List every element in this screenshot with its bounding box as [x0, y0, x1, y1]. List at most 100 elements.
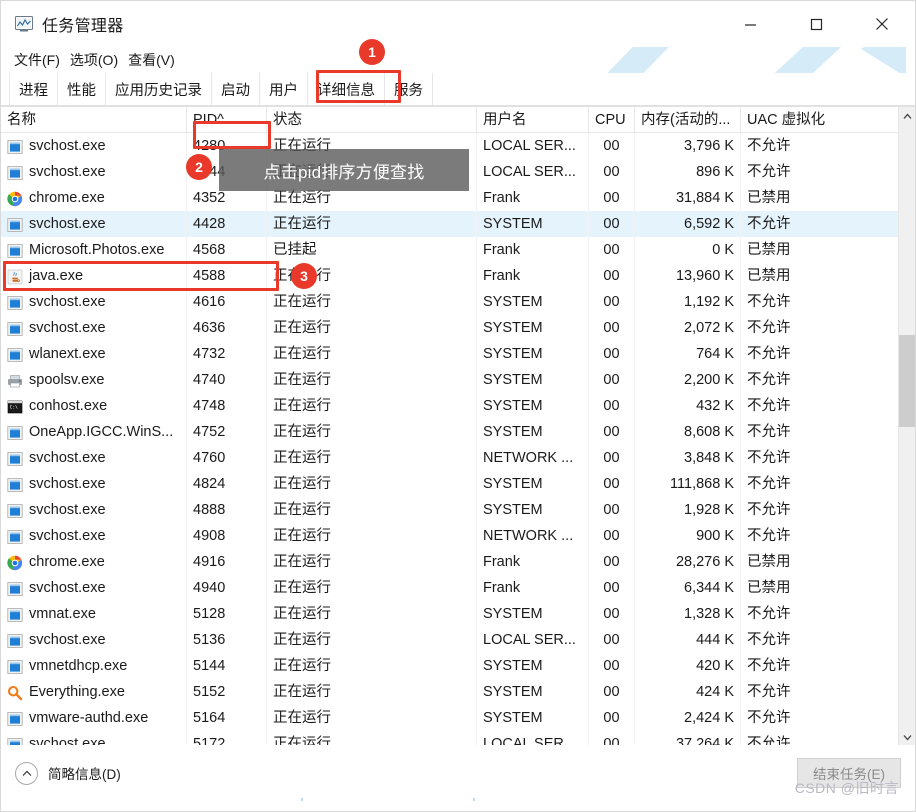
- table-row[interactable]: spoolsv.exe 4740 正在运行 SYSTEM 00 2,200 K 不允许: [1, 367, 915, 393]
- table-row[interactable]: svchost.exe 5136 正在运行 LOCAL SER... 00 444 K 不允…: [1, 627, 915, 653]
- cell-memory: 1,192 K: [635, 289, 741, 315]
- end-task-button[interactable]: 结束任务(E): [797, 758, 901, 788]
- everything-icon: [7, 684, 23, 701]
- vertical-scrollbar[interactable]: [898, 107, 915, 745]
- cell-username: Frank: [477, 237, 589, 263]
- tab-processes[interactable]: 进程: [9, 73, 58, 106]
- cell-status: 正在运行: [267, 211, 477, 237]
- close-button[interactable]: [849, 1, 915, 47]
- table-row[interactable]: C:\ conhost.exe 4748 正在运行 SYSTEM 00 432 K 不允许: [1, 393, 915, 419]
- cell-username: LOCAL SER...: [477, 627, 589, 653]
- svchost-icon: [7, 450, 23, 466]
- table-row[interactable]: OneApp.IGCC.WinS... 4752 正在运行 SYSTEM 00 8,608…: [1, 419, 915, 445]
- column-header-uac[interactable]: UAC 虚拟化: [741, 107, 901, 133]
- cell-process-name: spoolsv.exe: [1, 367, 187, 393]
- menu-item-view[interactable]: 查看(V): [123, 50, 180, 70]
- column-header-username[interactable]: 用户名: [477, 107, 589, 133]
- svchost-icon: [7, 294, 23, 310]
- cell-uac: 不允许: [747, 372, 791, 388]
- table-row[interactable]: vmnetdhcp.exe 5144 正在运行 SYSTEM 00 420 K 不允许: [1, 653, 915, 679]
- column-header-memory[interactable]: 内存(活动的...: [635, 107, 741, 133]
- cell-uac: 已禁用: [747, 242, 791, 258]
- menu-item-file[interactable]: 文件(F): [9, 50, 65, 70]
- table-row[interactable]: svchost.exe 4824 正在运行 SYSTEM 00 111,868 K 不允许: [1, 471, 915, 497]
- cell-memory: 3,796 K: [635, 133, 741, 159]
- cell-process-name: vmware-authd.exe: [1, 705, 187, 731]
- table-row[interactable]: svchost.exe 4428 正在运行 SYSTEM 00 6,592 K 不允许: [1, 211, 915, 237]
- cell-cpu: 00: [589, 731, 635, 745]
- sort-ascending-icon: ^: [217, 111, 224, 128]
- cell-status: 正在运行: [267, 445, 477, 471]
- svchost-icon: [7, 528, 23, 544]
- cell-uac: 不允许: [747, 476, 791, 492]
- cell-username: LOCAL SER...: [477, 133, 589, 159]
- process-name-label: java.exe: [29, 268, 84, 284]
- scroll-up-arrow-icon[interactable]: [899, 107, 915, 125]
- table-row[interactable]: vmware-authd.exe 5164 正在运行 SYSTEM 00 2,424 K 不…: [1, 705, 915, 731]
- cell-process-name: chrome.exe: [1, 549, 187, 575]
- tab-performance[interactable]: 性能: [58, 73, 106, 106]
- cell-cpu: 00: [589, 679, 635, 705]
- column-header-name[interactable]: 名称: [1, 107, 187, 133]
- cell-memory: 420 K: [635, 653, 741, 679]
- cell-uac: 不允许: [747, 450, 791, 466]
- table-row[interactable]: svchost.exe 5172 正在运行 LOCAL SER... 00 37,264 …: [1, 731, 915, 745]
- cell-status: 正在运行: [267, 731, 477, 745]
- tab-details[interactable]: 详细信息: [308, 73, 385, 106]
- cell-uac: 不允许: [747, 528, 791, 544]
- tab-services[interactable]: 服务: [385, 73, 433, 106]
- cell-pid: 5164: [187, 705, 267, 731]
- column-header-pid[interactable]: PID^: [187, 107, 267, 133]
- cell-pid: 4428: [187, 211, 267, 237]
- table-row[interactable]: chrome.exe 4916 正在运行 Frank 00 28,276 K 已禁用: [1, 549, 915, 575]
- less-details-button[interactable]: 简略信息(D): [15, 761, 121, 785]
- process-name-label: svchost.exe: [29, 580, 106, 596]
- cell-username: SYSTEM: [477, 315, 589, 341]
- cell-uac: 已禁用: [747, 580, 791, 596]
- title-bar: 任务管理器: [1, 1, 915, 47]
- cell-cpu: 00: [589, 549, 635, 575]
- minimize-button[interactable]: [717, 1, 783, 47]
- cell-memory: 13,960 K: [635, 263, 741, 289]
- cell-process-name: C:\ conhost.exe: [1, 393, 187, 419]
- cell-status: 正在运行: [267, 653, 477, 679]
- process-name-label: svchost.exe: [29, 450, 106, 466]
- tab-app-history[interactable]: 应用历史记录: [106, 73, 212, 106]
- process-name-label: vmnetdhcp.exe: [29, 658, 128, 674]
- table-row[interactable]: Everything.exe 5152 正在运行 SYSTEM 00 424 K 不允许: [1, 679, 915, 705]
- svchost-icon: [7, 502, 23, 518]
- tab-startup[interactable]: 启动: [212, 73, 260, 106]
- table-row[interactable]: svchost.exe 4616 正在运行 SYSTEM 00 1,192 K 不允许: [1, 289, 915, 315]
- column-header-status[interactable]: 状态: [267, 107, 477, 133]
- window-title: 任务管理器: [42, 18, 124, 35]
- cell-memory: 432 K: [635, 393, 741, 419]
- column-header-cpu[interactable]: CPU: [589, 107, 635, 133]
- table-row[interactable]: svchost.exe 4940 正在运行 Frank 00 6,344 K 已禁用: [1, 575, 915, 601]
- menu-item-options[interactable]: 选项(O): [65, 50, 123, 70]
- table-row[interactable]: svchost.exe 4760 正在运行 NETWORK ... 00 3,848 K 不…: [1, 445, 915, 471]
- cell-memory: 3,848 K: [635, 445, 741, 471]
- scrollbar-thumb[interactable]: [899, 335, 915, 427]
- tab-users[interactable]: 用户: [260, 73, 308, 106]
- status-bar: 简略信息(D) 结束任务(E) CSDN @旧时言: [1, 745, 915, 801]
- table-row[interactable]: svchost.exe 4888 正在运行 SYSTEM 00 1,928 K 不允许: [1, 497, 915, 523]
- cell-uac: 不允许: [747, 736, 791, 745]
- table-row[interactable]: vmnat.exe 5128 正在运行 SYSTEM 00 1,328 K 不允许: [1, 601, 915, 627]
- table-row[interactable]: svchost.exe 4636 正在运行 SYSTEM 00 2,072 K 不允许: [1, 315, 915, 341]
- column-header-pid-label: PID: [193, 111, 218, 128]
- svchost-icon: [7, 138, 23, 154]
- chevron-up-icon: [15, 761, 38, 785]
- scroll-down-arrow-icon[interactable]: [899, 728, 915, 745]
- annotation-badge-2: 2: [186, 154, 212, 180]
- maximize-button[interactable]: [783, 1, 849, 47]
- table-row[interactable]: Microsoft.Photos.exe 4568 已挂起 Frank 00 0 K 已禁用: [1, 237, 915, 263]
- process-name-label: vmware-authd.exe: [29, 710, 149, 726]
- cell-memory: 8,608 K: [635, 419, 741, 445]
- svchost-icon: [7, 424, 23, 440]
- table-row[interactable]: wlanext.exe 4732 正在运行 SYSTEM 00 764 K 不允许: [1, 341, 915, 367]
- table-row[interactable]: svchost.exe 4908 正在运行 NETWORK ... 00 900 K 不允许: [1, 523, 915, 549]
- cell-uac: 不允许: [747, 216, 791, 232]
- cell-uac: 不允许: [747, 424, 791, 440]
- cell-process-name: svchost.exe: [1, 731, 187, 745]
- table-row[interactable]: java.exe4588正在运行Frank0013,960 K已禁用: [1, 263, 915, 289]
